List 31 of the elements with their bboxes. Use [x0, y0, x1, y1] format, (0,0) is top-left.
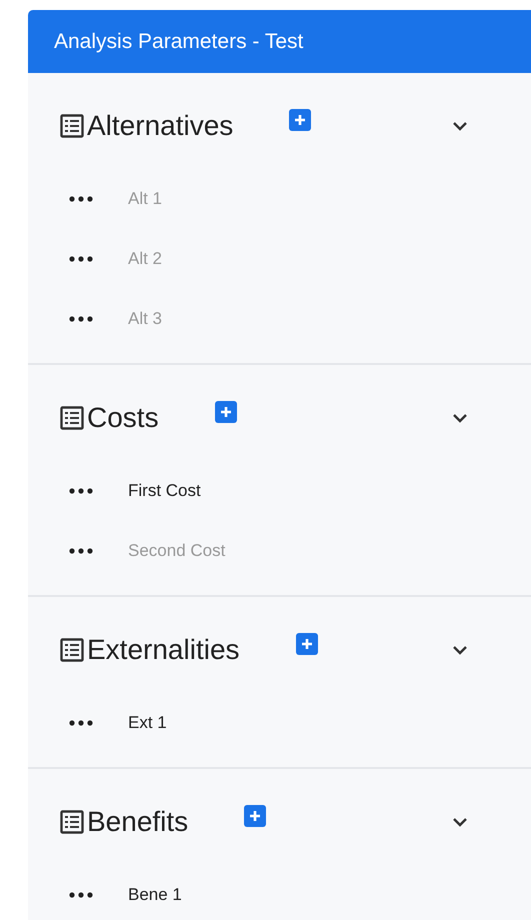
list-icon — [60, 810, 84, 834]
item-label[interactable]: Ext 1 — [128, 713, 167, 733]
plus-icon — [248, 809, 262, 823]
add-button[interactable] — [244, 805, 266, 827]
plus-icon — [293, 113, 308, 127]
plus-icon — [218, 405, 233, 419]
add-button[interactable] — [289, 109, 312, 131]
item-label[interactable]: First Cost — [128, 481, 201, 501]
section-title: Benefits — [87, 806, 188, 838]
more-icon[interactable] — [68, 547, 94, 555]
item-label[interactable]: Alt 3 — [128, 309, 162, 329]
more-icon[interactable] — [68, 195, 94, 203]
list-icon — [60, 406, 84, 430]
add-button[interactable] — [296, 633, 318, 655]
list-icon — [60, 638, 84, 662]
section-title: Costs — [87, 402, 159, 434]
section-title: Externalities — [87, 634, 240, 666]
item-label[interactable]: Alt 2 — [128, 249, 162, 269]
add-button[interactable] — [214, 401, 237, 423]
panel-title: Analysis Parameters - Test — [28, 10, 531, 73]
more-icon[interactable] — [68, 255, 94, 263]
item-label[interactable]: Bene 1 — [128, 885, 182, 905]
plus-icon — [300, 637, 314, 651]
more-icon[interactable] — [68, 891, 94, 899]
list-icon — [60, 114, 84, 138]
section-title: Alternatives — [87, 110, 234, 142]
more-icon[interactable] — [68, 719, 94, 727]
item-label[interactable]: Second Cost — [128, 541, 226, 561]
more-icon[interactable] — [68, 315, 94, 323]
more-icon[interactable] — [68, 487, 94, 495]
item-label[interactable]: Alt 1 — [128, 189, 162, 209]
